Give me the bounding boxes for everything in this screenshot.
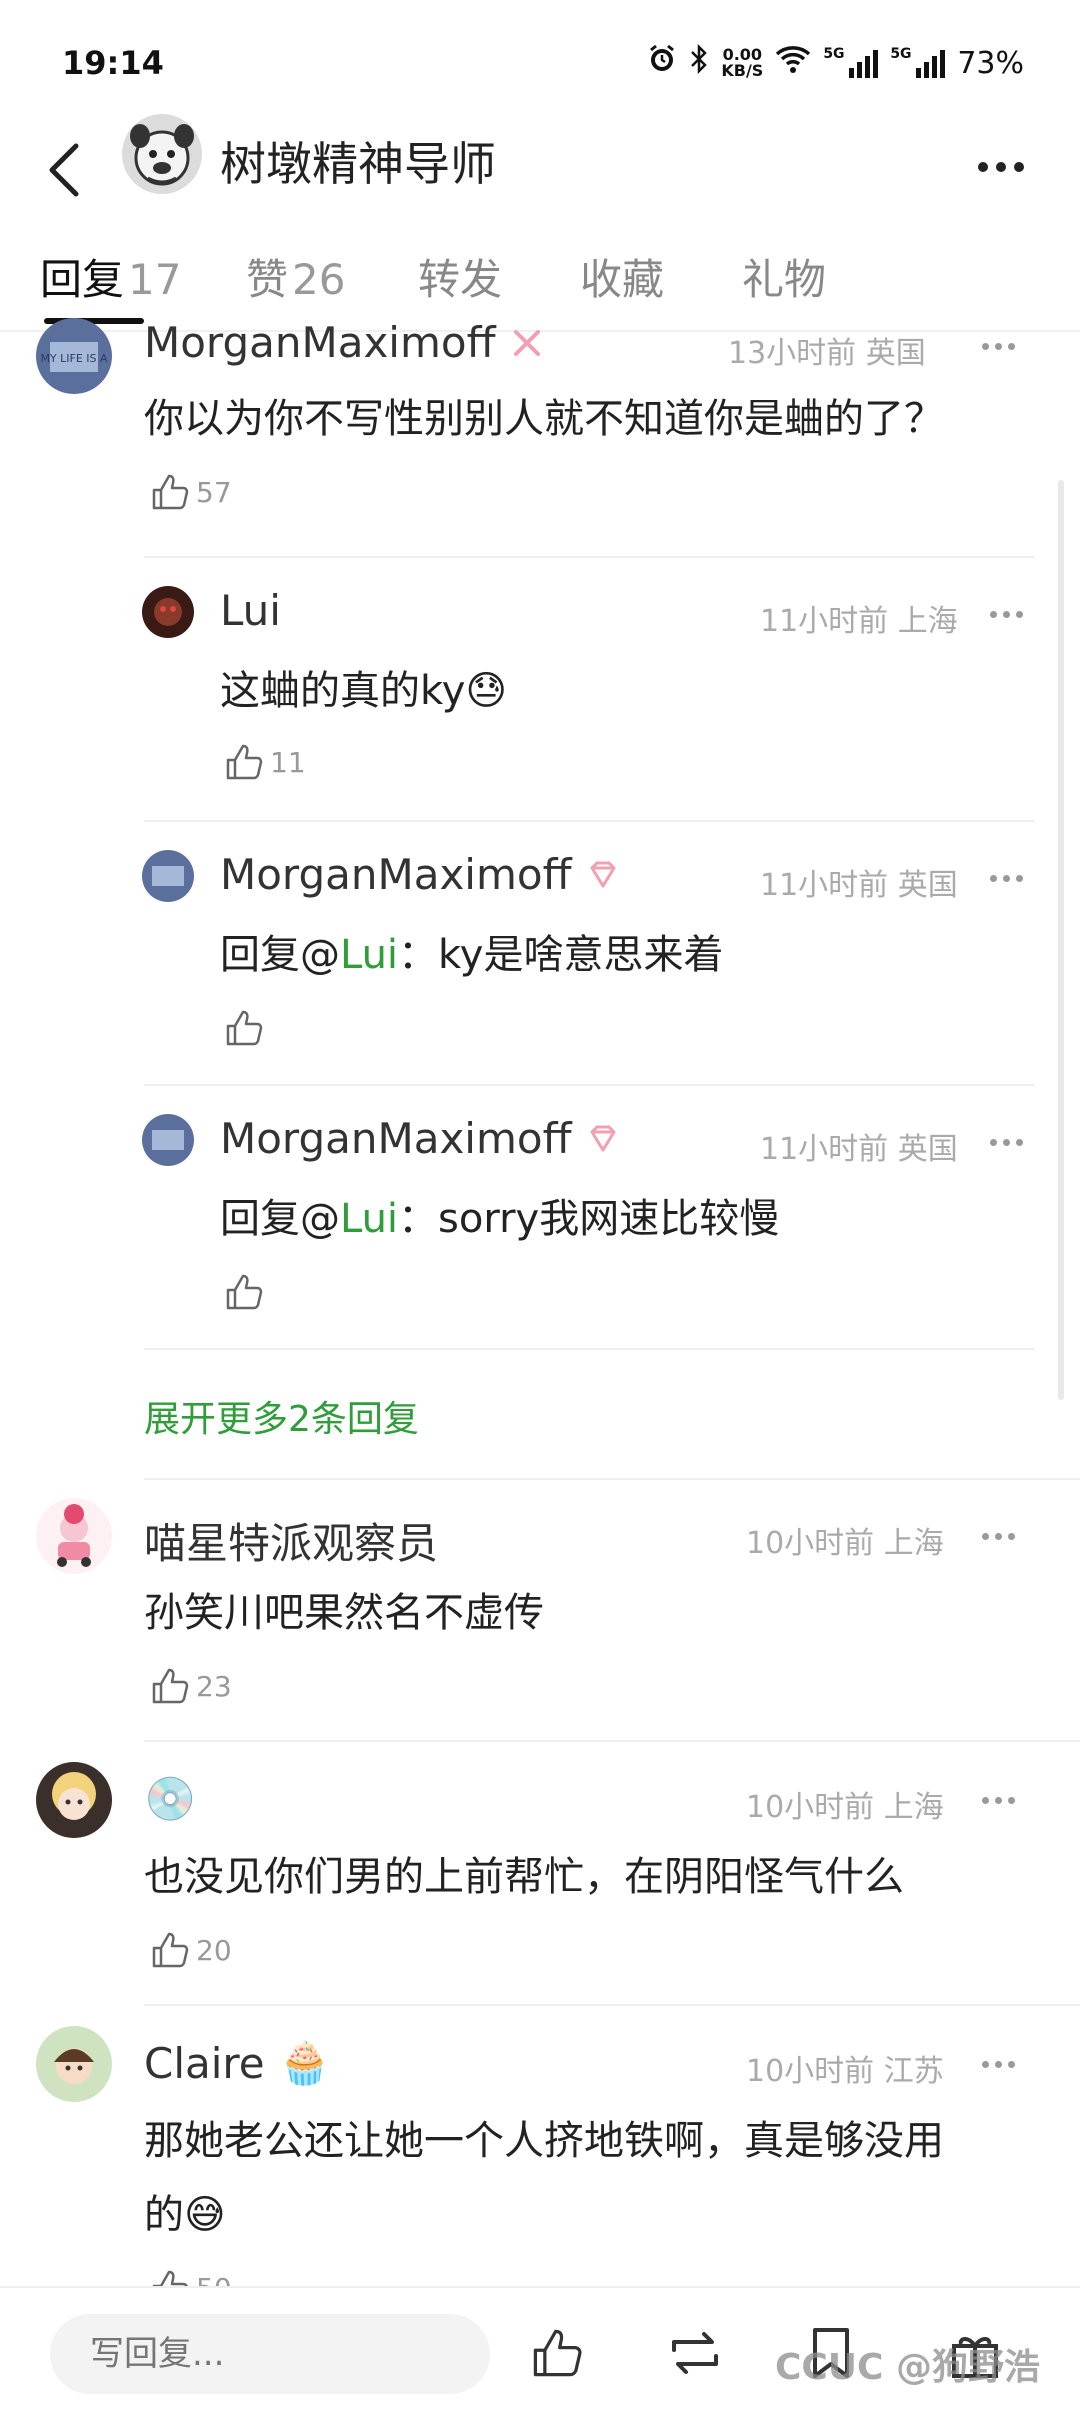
like-button[interactable] [224,1008,264,1048]
avatar[interactable] [142,850,194,902]
tab-favorites[interactable]: 收藏 [580,246,664,307]
avatar[interactable] [142,586,194,638]
scrollbar[interactable] [1058,480,1064,1400]
comment-text: 也没见你们男的上前帮忙，在阴阳怪气什么 [144,1854,904,1900]
avatar[interactable] [36,1498,112,1574]
divider [144,1348,1034,1350]
comment-text-continued: 的😅 [144,2192,226,2238]
reply-meta: 11小时前 英国 [760,868,958,903]
grin-sweat-emoji: 😅 [184,2192,226,2238]
avatar[interactable] [142,1114,194,1166]
reply-author[interactable]: Lui [220,586,281,635]
comment-more-button[interactable] [968,1516,1028,1556]
comment-more-button[interactable] [968,326,1028,366]
avatar[interactable] [36,1762,112,1838]
mention-link[interactable]: Lui [340,932,398,978]
signal-icon: 5G [823,46,879,78]
comment-author[interactable]: 💿 [144,1774,196,1824]
signal-icon: 5G [890,46,946,78]
like-button[interactable]: 23 [150,1666,232,1706]
comment-text: 孙笑川吧果然名不虚传 [144,1590,544,1636]
avatar[interactable] [36,2026,112,2102]
divider [144,556,1034,558]
thumbs-up-icon [226,744,263,780]
thumbs-up-icon [152,474,189,510]
diamond-badge-icon [590,1125,616,1151]
reply-author[interactable]: MorganMaximoff [220,850,620,899]
comment-meta: 10小时前 江苏 [746,2054,944,2089]
sweat-emoji: 😓 [465,668,508,714]
reply-text: 这蛐的真的ky😓 [220,668,508,714]
svg-text:MY LIFE IS A: MY LIFE IS A [40,352,108,365]
comment-text: 你以为你不写性别别人就不知道你是蛐的了？ [144,396,944,442]
tab-replies[interactable]: 回复 17 [40,246,181,307]
battery-text: 73% [957,45,1024,81]
header: 树墩精神导师 [0,110,1080,230]
status-icons: 0.00 KB/S 5G 5G 73% [647,43,1024,82]
tab-gifts[interactable]: 礼物 [742,246,826,307]
mention-link[interactable]: Lui [340,1196,398,1242]
back-button[interactable] [28,130,98,210]
reply-more-button[interactable] [976,858,1036,898]
bottom-action-bar: CCUC @狗野浩 [0,2286,1080,2414]
repost-button[interactable] [660,2318,730,2388]
reply-meta: 11小时前 英国 [760,1132,958,1167]
diamond-badge-icon [513,329,540,356]
expand-more-replies-link[interactable]: 展开更多2条回复 [144,1390,419,1442]
comment-text: 那她老公还让她一个人挤地铁啊，真是够没用 [144,2118,944,2164]
divider [144,820,1034,822]
status-time: 19:14 [62,44,164,82]
repost-icon [672,2332,718,2374]
status-bar: 19:14 0.00 KB/S 5G 5G 73% [0,0,1080,120]
thumbs-up-icon [226,1274,263,1310]
thumbs-up-icon [152,1668,189,1704]
more-options-button[interactable] [966,132,1036,202]
reply-author[interactable]: MorganMaximoff [220,1114,620,1163]
divider [144,1740,1080,1742]
divider [144,1084,1034,1086]
like-button[interactable]: 11 [224,742,306,782]
cupcake-emoji: 🧁 [278,2038,331,2087]
reply-more-button[interactable] [976,1122,1036,1162]
comment-author[interactable]: MorganMaximoff [144,318,544,367]
reply-text: 回复@Lui：sorry我网速比较慢 [220,1196,780,1242]
divider [144,1478,1080,1480]
page-title: 树墩精神导师 [220,137,496,191]
alarm-icon [647,44,677,82]
comment-meta: 10小时前 上海 [746,1526,944,1561]
like-button[interactable] [224,1272,264,1312]
reply-text: 回复@Lui：ky是啥意思来着 [220,932,724,978]
wifi-icon [775,44,811,82]
net-speed: 0.00 KB/S [721,45,764,80]
comment-more-button[interactable] [968,2044,1028,2084]
like-button[interactable]: 20 [150,1930,232,1970]
comment-author[interactable]: Claire 🧁 [144,2038,331,2088]
reply-meta: 11小时前 上海 [760,604,958,639]
thumbs-up-icon [152,1932,189,1968]
comment-author[interactable]: 喵星特派观察员 [144,1510,438,1571]
like-post-button[interactable] [522,2318,592,2388]
comment-meta: 13小时前 英国 [728,336,926,371]
like-button[interactable]: 57 [150,472,232,512]
comment-meta: 10小时前 上海 [746,1790,944,1825]
bluetooth-icon [689,43,709,82]
bulldog-avatar-icon [122,114,202,194]
tab-likes[interactable]: 赞 26 [246,246,345,307]
avatar[interactable]: MY LIFE IS A [36,318,112,394]
thumbs-up-icon [226,1010,263,1046]
diamond-badge-icon [590,861,616,887]
cd-emoji: 💿 [144,1774,197,1823]
thumbs-up-icon [533,2329,582,2377]
reply-more-button[interactable] [976,594,1036,634]
avatar[interactable] [122,114,202,194]
tab-bar: 回复 17 赞 26 转发 收藏 礼物 [0,240,1080,330]
watermark: CCUC @狗野浩 [774,2347,1040,2388]
divider [144,2004,1080,2006]
comment-more-button[interactable] [968,1780,1028,1820]
tab-reposts[interactable]: 转发 [418,246,502,307]
reply-input[interactable] [50,2314,490,2394]
back-arrow-icon [49,143,79,197]
